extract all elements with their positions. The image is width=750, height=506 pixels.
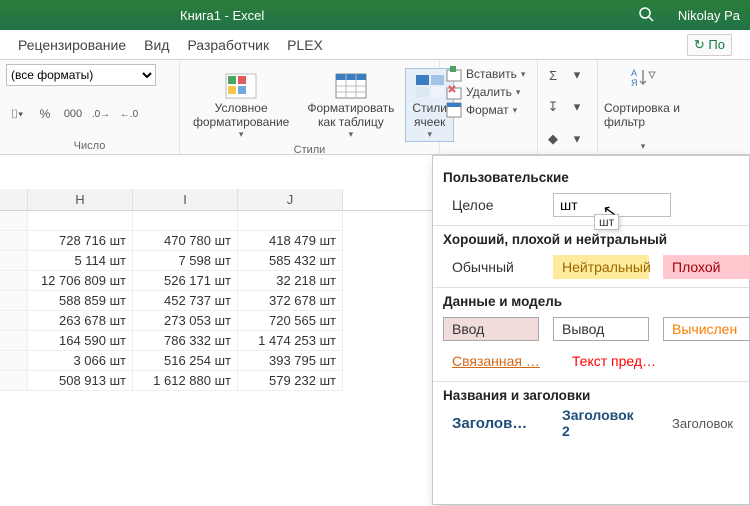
percent-icon[interactable]: % xyxy=(34,104,56,124)
user-name[interactable]: Nikolay Pa xyxy=(658,8,740,23)
number-format-group: (все форматы) ⌷▾ % 000 .0→ ←.0 Число xyxy=(0,60,180,154)
delete-cells-button[interactable]: Удалить ▾ xyxy=(446,84,531,100)
col-i[interactable]: I xyxy=(133,189,238,210)
clear-icon[interactable]: ◆ xyxy=(542,130,564,148)
group-label-styles: Стили xyxy=(186,142,433,156)
style-heading-2[interactable]: Заголовок 2 xyxy=(553,411,649,435)
style-user-whole[interactable]: Целое xyxy=(443,193,539,217)
title-bar: Книга1 - Excel Nikolay Pa xyxy=(0,0,750,30)
svg-text:A: A xyxy=(631,68,637,78)
style-bad[interactable]: Плохой xyxy=(663,255,750,279)
tab-view[interactable]: Вид xyxy=(144,33,169,57)
autosum-menu[interactable]: ▾ xyxy=(566,66,588,84)
styles-section-headings: Названия и заголовки xyxy=(443,388,739,403)
fill-menu[interactable]: ▾ xyxy=(566,98,588,116)
col-j[interactable]: J xyxy=(238,189,343,210)
conditional-formatting-button[interactable]: Условное форматирование ▾ xyxy=(186,68,296,142)
accounting-icon[interactable]: ⌷▾ xyxy=(6,104,28,124)
tab-developer[interactable]: Разработчик xyxy=(187,33,269,57)
cells-group: Вставить ▾ Удалить ▾ Формат ▾ xyxy=(440,60,538,154)
format-as-table-button[interactable]: Форматировать как таблицу ▾ xyxy=(300,68,401,142)
tab-plex[interactable]: PLEX xyxy=(287,33,323,57)
app-title: Книга1 - Excel xyxy=(10,8,634,23)
style-input[interactable]: Ввод xyxy=(443,317,539,341)
style-calculation[interactable]: Вычислен xyxy=(663,317,750,341)
styles-section-data: Данные и модель xyxy=(443,294,739,309)
share-button[interactable]: ↻ По xyxy=(687,34,732,56)
editing-group: Σ ▾ ↧ ▾ ◆ ▾ xyxy=(538,60,598,154)
group-label-number: Число xyxy=(6,138,173,152)
clear-menu[interactable]: ▾ xyxy=(566,130,588,148)
style-neutral[interactable]: Нейтральный xyxy=(553,255,649,279)
styles-group: Условное форматирование ▾ Форматировать … xyxy=(180,60,440,154)
search-icon[interactable] xyxy=(634,6,658,25)
autosum-icon[interactable]: Σ xyxy=(542,66,564,84)
ribbon-tabs: Рецензирование Вид Разработчик PLEX ↻ По xyxy=(0,30,750,60)
fill-icon[interactable]: ↧ xyxy=(542,98,564,116)
number-format-select[interactable]: (все форматы) xyxy=(6,64,156,86)
tab-review[interactable]: Рецензирование xyxy=(18,33,126,57)
style-heading-1[interactable]: Заголов… xyxy=(443,411,539,435)
col-h[interactable]: H xyxy=(28,189,133,210)
styles-section-user: Пользовательские xyxy=(443,170,739,185)
style-warning-text[interactable]: Текст пред… xyxy=(563,349,665,373)
format-cells-button[interactable]: Формат ▾ xyxy=(446,102,531,118)
svg-text:Я: Я xyxy=(631,78,638,88)
style-output[interactable]: Вывод xyxy=(553,317,649,341)
style-normal[interactable]: Обычный xyxy=(443,255,539,279)
cell-styles-dropdown[interactable]: Пользовательские Целое Хороший, плохой и… xyxy=(432,155,750,505)
sort-filter-group[interactable]: AЯ Сортировка и фильтр▾ xyxy=(598,60,688,154)
insert-cells-button[interactable]: Вставить ▾ xyxy=(446,66,531,82)
style-linked-cell[interactable]: Связанная … xyxy=(443,349,549,373)
styles-section-gbq: Хороший, плохой и нейтральный xyxy=(443,232,739,247)
ribbon: (все форматы) ⌷▾ % 000 .0→ ←.0 Число Усл… xyxy=(0,60,750,155)
increase-decimal-icon[interactable]: .0→ xyxy=(90,104,112,124)
style-heading-3[interactable]: Заголовок xyxy=(663,411,750,435)
comma-icon[interactable]: 000 xyxy=(62,104,84,124)
decrease-decimal-icon[interactable]: ←.0 xyxy=(118,104,140,124)
